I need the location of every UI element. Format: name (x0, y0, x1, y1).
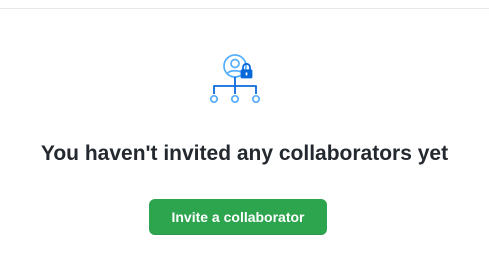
empty-state-heading: You haven't invited any collaborators ye… (40, 142, 449, 165)
invite-collaborator-button[interactable]: Invite a collaborator (149, 199, 327, 235)
empty-state: You haven't invited any collaborators ye… (0, 0, 489, 273)
collaborators-lock-icon (205, 52, 269, 108)
